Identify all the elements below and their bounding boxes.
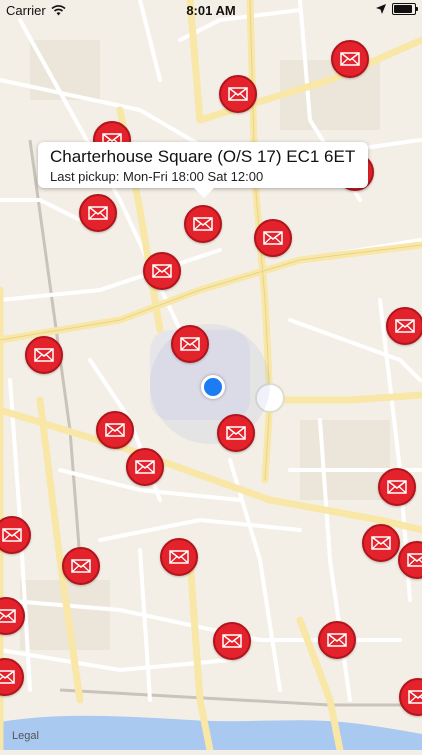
postbox-marker[interactable] (79, 194, 117, 232)
postbox-marker[interactable] (25, 336, 63, 374)
envelope-icon (0, 670, 15, 684)
envelope-icon (228, 87, 248, 101)
envelope-icon (407, 553, 422, 567)
callout-subtitle: Last pickup: Mon-Fri 18:00 Sat 12:00 (50, 169, 264, 184)
location-arrow-icon (376, 4, 386, 14)
envelope-icon (152, 264, 172, 278)
envelope-icon (193, 217, 213, 231)
postbox-marker[interactable] (386, 307, 422, 345)
postbox-marker[interactable] (254, 219, 292, 257)
status-bar: Carrier 8:01 AM (0, 0, 422, 22)
envelope-icon (222, 634, 242, 648)
envelope-icon (263, 231, 283, 245)
postbox-marker[interactable] (171, 325, 209, 363)
legal-link[interactable]: Legal (12, 730, 39, 742)
postbox-marker[interactable] (160, 538, 198, 576)
postbox-marker[interactable] (96, 411, 134, 449)
envelope-icon (226, 426, 246, 440)
battery-icon (392, 3, 418, 15)
envelope-icon (395, 319, 415, 333)
envelope-icon (88, 206, 108, 220)
status-time: 8:01 AM (186, 3, 236, 18)
envelope-icon (371, 536, 391, 550)
envelope-icon (34, 348, 54, 362)
postbox-marker[interactable] (378, 468, 416, 506)
envelope-icon (0, 609, 16, 623)
postbox-callout[interactable]: Charterhouse Square (O/S 17) EC1 6ET Las… (38, 142, 368, 198)
postbox-marker[interactable] (184, 205, 222, 243)
postbox-marker[interactable] (362, 524, 400, 562)
postbox-marker[interactable] (331, 40, 369, 78)
envelope-icon (387, 480, 407, 494)
postbox-marker[interactable] (318, 621, 356, 659)
envelope-icon (71, 559, 91, 573)
callout-title: Charterhouse Square (O/S 17) EC1 6ET (50, 147, 356, 166)
postbox-marker[interactable] (213, 622, 251, 660)
postbox-marker[interactable] (219, 75, 257, 113)
envelope-icon (105, 423, 125, 437)
envelope-icon (327, 633, 347, 647)
postbox-marker[interactable] (126, 448, 164, 486)
postbox-marker[interactable] (62, 547, 100, 585)
postbox-marker[interactable] (217, 414, 255, 452)
user-location-dot (201, 375, 225, 399)
envelope-icon (2, 528, 22, 542)
envelope-icon (340, 52, 360, 66)
envelope-icon (408, 690, 422, 704)
postbox-marker[interactable] (143, 252, 181, 290)
envelope-icon (169, 550, 189, 564)
envelope-icon (135, 460, 155, 474)
envelope-icon (180, 337, 200, 351)
